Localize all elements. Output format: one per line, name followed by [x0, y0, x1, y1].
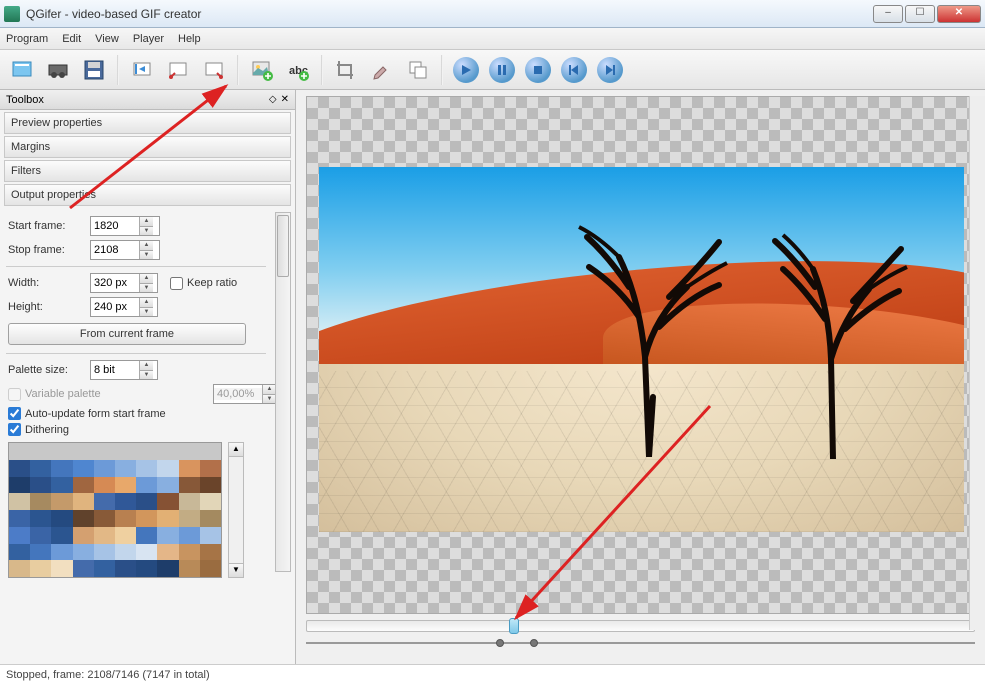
- menu-help[interactable]: Help: [178, 33, 201, 45]
- width-spinner[interactable]: ▲▼: [90, 273, 158, 293]
- open-video-button[interactable]: [42, 54, 74, 86]
- toolbar: abc: [0, 50, 985, 90]
- palette-preview: [8, 442, 222, 578]
- keep-ratio-checkbox[interactable]: [170, 277, 183, 290]
- toolbox-scrollbar[interactable]: [275, 212, 291, 572]
- timeline-slider[interactable]: [306, 620, 975, 632]
- start-frame-spinner[interactable]: ▲▼: [90, 216, 160, 236]
- next-frame-button[interactable]: [594, 54, 626, 86]
- stop-frame-spinner[interactable]: ▲▼: [90, 240, 160, 260]
- preview-canvas: [306, 96, 977, 614]
- titlebar: QGifer - video-based GIF creator – ☐ ✕: [0, 0, 985, 28]
- preview-area: [296, 90, 985, 664]
- copy-frame-button[interactable]: [402, 54, 434, 86]
- save-button[interactable]: [78, 54, 110, 86]
- set-start-frame-button[interactable]: [126, 54, 158, 86]
- dock-toggle-icon[interactable]: ◇: [269, 94, 277, 105]
- from-current-frame-button[interactable]: From current frame: [8, 323, 246, 345]
- section-output-properties[interactable]: Output properties: [4, 184, 291, 206]
- menu-program[interactable]: Program: [6, 33, 48, 45]
- palette-scrollbar[interactable]: ▲▼: [228, 442, 244, 578]
- mark-out-button[interactable]: [198, 54, 230, 86]
- section-filters[interactable]: Filters: [4, 160, 291, 182]
- palette-size-spinner[interactable]: ▲▼: [90, 360, 158, 380]
- pause-button[interactable]: [486, 54, 518, 86]
- timeline-handle[interactable]: [509, 618, 519, 634]
- video-frame: [319, 167, 964, 532]
- range-end-handle[interactable]: [530, 639, 538, 647]
- add-text-button[interactable]: abc: [282, 54, 314, 86]
- menu-edit[interactable]: Edit: [62, 33, 81, 45]
- toolbox-close-icon[interactable]: ✕: [281, 94, 289, 105]
- new-project-button[interactable]: [6, 54, 38, 86]
- stop-button[interactable]: [522, 54, 554, 86]
- menu-player[interactable]: Player: [133, 33, 164, 45]
- menubar: Program Edit View Player Help: [0, 28, 985, 50]
- menu-view[interactable]: View: [95, 33, 119, 45]
- toolbox-titlebar: Toolbox ◇ ✕: [0, 90, 295, 110]
- stop-frame-label: Stop frame:: [8, 244, 84, 256]
- toolbox-panel: Toolbox ◇ ✕ Preview properties Margins F…: [0, 90, 296, 664]
- variable-palette-checkbox: [8, 388, 21, 401]
- play-button[interactable]: [450, 54, 482, 86]
- start-frame-label: Start frame:: [8, 220, 84, 232]
- crop-button[interactable]: [330, 54, 362, 86]
- prev-frame-button[interactable]: [558, 54, 590, 86]
- range-slider[interactable]: [306, 640, 975, 646]
- status-bar: Stopped, frame: 2108/7146 (7147 in total…: [0, 664, 985, 684]
- autoupdate-checkbox[interactable]: [8, 407, 21, 420]
- height-spinner[interactable]: ▲▼: [90, 297, 158, 317]
- minimize-button[interactable]: –: [873, 5, 903, 23]
- close-button[interactable]: ✕: [937, 5, 981, 23]
- range-start-handle[interactable]: [496, 639, 504, 647]
- mark-in-button[interactable]: [162, 54, 194, 86]
- width-label: Width:: [8, 277, 84, 289]
- section-margins[interactable]: Margins: [4, 136, 291, 158]
- preview-scrollbar[interactable]: [969, 96, 985, 630]
- section-preview-properties[interactable]: Preview properties: [4, 112, 291, 134]
- status-text: Stopped, frame: 2108/7146 (7147 in total…: [6, 669, 210, 681]
- brush-button[interactable]: [366, 54, 398, 86]
- window-title: QGifer - video-based GIF creator: [26, 7, 873, 21]
- palette-size-label: Palette size:: [8, 364, 84, 376]
- dithering-checkbox[interactable]: [8, 423, 21, 436]
- height-label: Height:: [8, 301, 84, 313]
- app-icon: [4, 6, 20, 22]
- maximize-button[interactable]: ☐: [905, 5, 935, 23]
- add-image-button[interactable]: [246, 54, 278, 86]
